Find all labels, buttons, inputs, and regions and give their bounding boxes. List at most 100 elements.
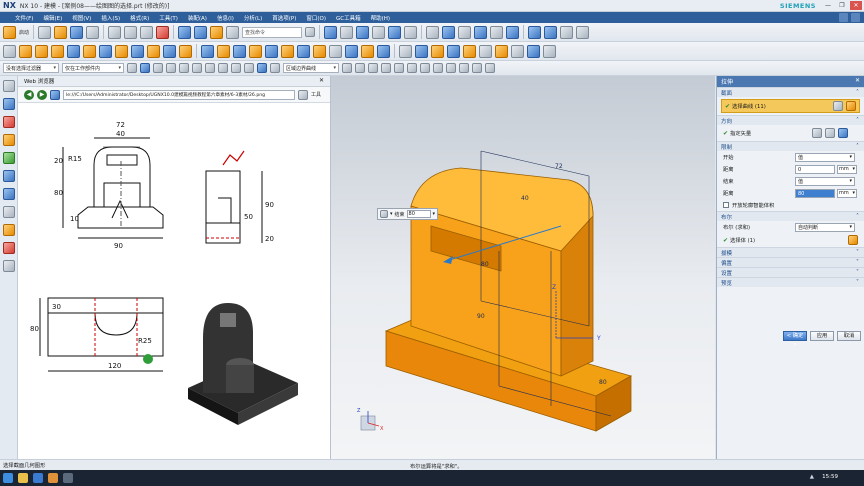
maximize-button[interactable]: ❐ xyxy=(836,1,848,10)
apply-button[interactable]: 应用 xyxy=(810,331,834,341)
cylinder-icon[interactable] xyxy=(131,44,144,58)
system-tray-icon[interactable]: ▲ xyxy=(810,474,814,480)
midpoint-snap-icon[interactable] xyxy=(381,63,391,73)
menu-information[interactable]: 信息(I) xyxy=(212,14,239,22)
boolean-dropdown[interactable]: 自动判断 ▾ xyxy=(795,222,855,232)
touch-mode-icon[interactable] xyxy=(226,25,240,39)
chevron-down-icon[interactable]: ▾ xyxy=(390,211,393,217)
web-browser-icon[interactable] xyxy=(2,170,15,182)
render-style-icon[interactable] xyxy=(388,25,402,39)
stop-at-intersection-icon[interactable] xyxy=(342,63,352,73)
existing-point-snap-icon[interactable] xyxy=(446,63,456,73)
process-studio-icon[interactable] xyxy=(2,224,15,236)
curve-select-icon[interactable] xyxy=(192,63,202,73)
curve-icon[interactable] xyxy=(846,101,856,111)
background-icon[interactable] xyxy=(404,25,418,39)
limits-group-header[interactable]: 限制 ˄ xyxy=(717,141,864,151)
address-input[interactable]: le:///C:/Users/Administrator/Desktop/UGN… xyxy=(63,89,295,100)
replace-face-icon[interactable] xyxy=(415,44,428,58)
offset-face-icon[interactable] xyxy=(329,44,342,58)
edge-select-icon[interactable] xyxy=(179,63,189,73)
snap-icon[interactable] xyxy=(560,25,574,39)
paste-icon[interactable] xyxy=(140,25,154,39)
point-on-face-snap-icon[interactable] xyxy=(472,63,482,73)
copy-icon[interactable] xyxy=(124,25,138,39)
chevron-up-icon[interactable]: ˄ xyxy=(856,89,859,96)
specify-vector-row[interactable]: ✔ 指定矢量 xyxy=(717,125,864,141)
arc-center-snap-icon[interactable] xyxy=(420,63,430,73)
part-navigator-icon[interactable] xyxy=(2,80,15,92)
mirror-icon[interactable] xyxy=(281,44,294,58)
chevron-down-icon[interactable]: ˅ xyxy=(856,279,859,286)
forward-icon[interactable]: ▶ xyxy=(37,89,47,100)
graphics-window[interactable]: Y Z 72 40 80 90 80 Z X ▾ 结束 80 ▾ xyxy=(331,76,715,459)
search-icon[interactable] xyxy=(305,27,316,37)
revolve-icon[interactable] xyxy=(35,44,48,58)
menu-file[interactable]: 文件(F) xyxy=(10,14,38,22)
synchronous-move-icon[interactable] xyxy=(399,44,412,58)
chevron-down-icon[interactable]: ˅ xyxy=(856,259,859,266)
settings-group-header[interactable]: 设置 ˅ xyxy=(717,267,864,277)
shaded-with-edges-icon[interactable] xyxy=(356,25,370,39)
close-icon[interactable]: ✕ xyxy=(319,77,324,84)
fit-icon[interactable] xyxy=(340,25,354,39)
hole-icon[interactable] xyxy=(51,44,64,58)
command-search-input[interactable]: 查找命令 xyxy=(242,26,303,38)
help-icon[interactable] xyxy=(851,13,860,22)
boss-icon[interactable] xyxy=(67,44,80,58)
end-unit-dropdown[interactable]: mm ▾ xyxy=(837,188,857,198)
select-all-icon[interactable] xyxy=(127,63,137,73)
measure-icon[interactable] xyxy=(490,25,504,39)
system-materials-icon[interactable] xyxy=(2,206,15,218)
datum-axis-icon[interactable] xyxy=(361,44,374,58)
nx-taskbar-icon[interactable] xyxy=(48,473,58,483)
lasso-select-icon[interactable] xyxy=(244,63,254,73)
chevron-down-icon[interactable]: ˅ xyxy=(856,269,859,276)
assembly-navigator-icon[interactable] xyxy=(2,98,15,110)
app-taskbar-icon[interactable] xyxy=(63,473,73,483)
clip-icon[interactable] xyxy=(544,25,558,39)
block-icon[interactable] xyxy=(115,44,128,58)
menu-format[interactable]: 格式(R) xyxy=(125,14,154,22)
start-label[interactable]: 启动 xyxy=(19,29,29,36)
start-type-dropdown[interactable]: 值 ▾ xyxy=(795,152,855,162)
component-select-icon[interactable] xyxy=(218,63,228,73)
sketch-icon[interactable] xyxy=(3,44,16,58)
chevron-up-icon[interactable]: ˄ xyxy=(856,117,859,124)
menu-tools[interactable]: 工具(T) xyxy=(154,14,183,22)
open-icon[interactable] xyxy=(54,25,68,39)
datum-csys-icon[interactable] xyxy=(377,44,390,58)
delete-icon[interactable] xyxy=(156,25,170,39)
open-profile-checkbox[interactable] xyxy=(723,202,729,208)
ok-button[interactable]: < 确定 > xyxy=(783,331,807,348)
wireframe-icon[interactable] xyxy=(372,25,386,39)
section-group-header[interactable]: 截面 ˄ xyxy=(717,87,864,97)
sphere-icon[interactable] xyxy=(163,44,176,58)
thread-icon[interactable] xyxy=(479,44,492,58)
back-icon[interactable]: ◀ xyxy=(24,89,34,100)
menu-insert[interactable]: 插入(S) xyxy=(96,14,125,22)
control-point-snap-icon[interactable] xyxy=(394,63,404,73)
select-curve-row[interactable]: ✔ 选择曲线 (11) xyxy=(721,99,860,113)
menu-view[interactable]: 视图(V) xyxy=(67,14,96,22)
endpoint-snap-icon[interactable] xyxy=(368,63,378,73)
menu-assembly[interactable]: 装配(A) xyxy=(183,14,212,22)
system-scenes-icon[interactable] xyxy=(2,260,15,272)
view-triad-icon[interactable]: Z X xyxy=(357,408,384,432)
intersection-snap-icon[interactable] xyxy=(407,63,417,73)
open-profile-row[interactable]: 开放轮廓智能体积 xyxy=(717,199,864,211)
shell-icon[interactable] xyxy=(233,44,246,58)
undo-icon[interactable] xyxy=(178,25,192,39)
quadrant-snap-icon[interactable] xyxy=(433,63,443,73)
assembly-icon[interactable] xyxy=(527,44,540,58)
resize-face-icon[interactable] xyxy=(431,44,444,58)
roles-icon[interactable] xyxy=(2,242,15,254)
go-icon[interactable] xyxy=(298,89,308,100)
windows-start-icon[interactable] xyxy=(3,473,13,483)
chevron-down-icon[interactable]: ▾ xyxy=(433,211,436,217)
drafting-icon[interactable] xyxy=(543,44,556,58)
chevron-up-icon[interactable]: ˄ xyxy=(856,143,859,150)
menu-window[interactable]: 窗口(O) xyxy=(301,14,331,22)
close-button[interactable]: ✕ xyxy=(850,1,862,10)
selection-filter-dropdown[interactable]: 没有选择过滤器 ▾ xyxy=(3,63,59,73)
